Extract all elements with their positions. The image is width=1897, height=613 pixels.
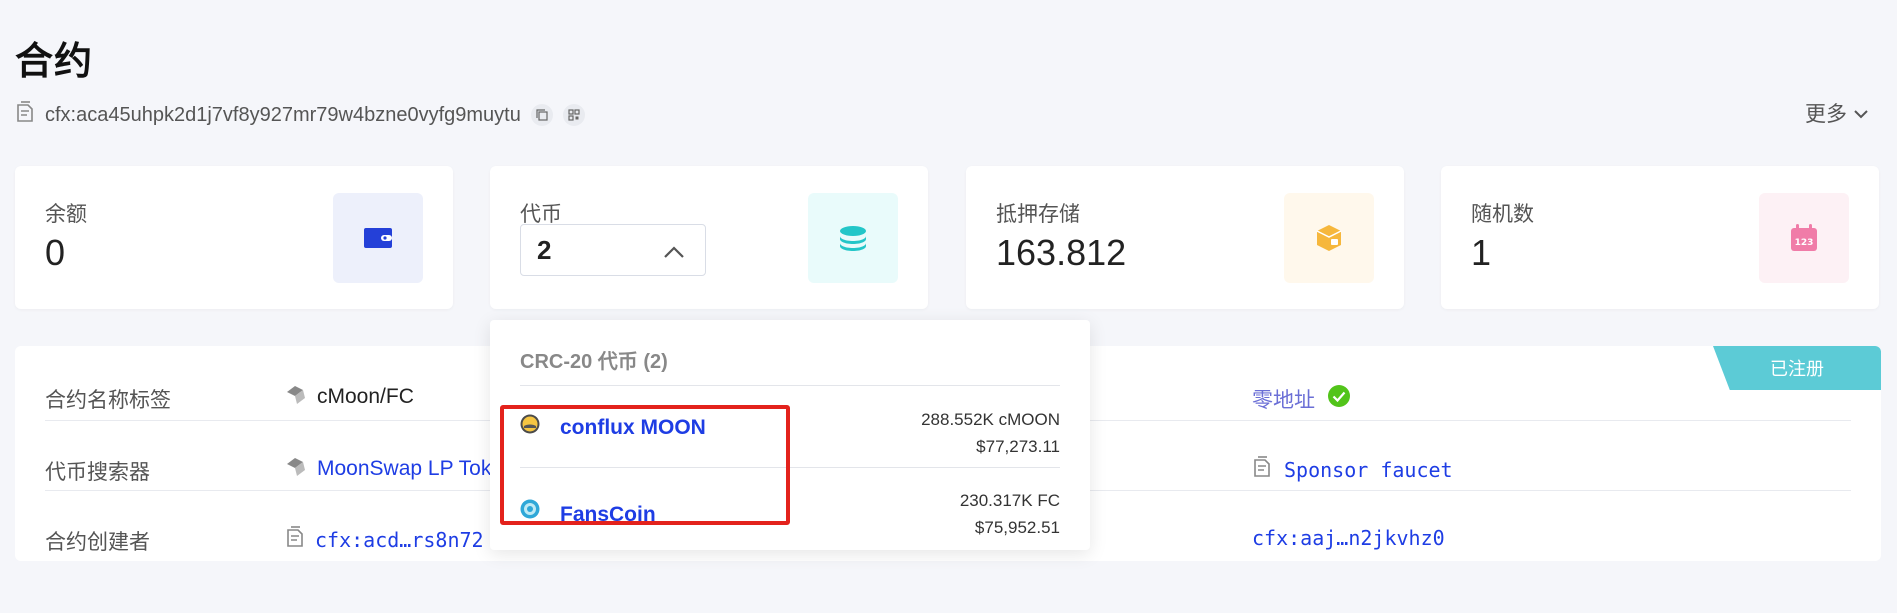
dropdown-divider bbox=[520, 385, 1060, 386]
dropdown-header: CRC-20 代币 (2) bbox=[520, 351, 668, 373]
token-count-value: 2 bbox=[537, 234, 552, 265]
detail-label: 代币搜索器 bbox=[45, 461, 150, 484]
nonce-value: 1 bbox=[1471, 232, 1492, 273]
token-tag-icon bbox=[285, 456, 307, 482]
sponsor-faucet-link[interactable]: Sponsor faucet bbox=[1284, 458, 1453, 482]
more-label: 更多 bbox=[1805, 103, 1847, 126]
contract-file-icon bbox=[1252, 456, 1272, 484]
detail-label: 合约创建者 bbox=[45, 531, 150, 554]
detail-right-wrap: Sponsor faucet bbox=[1252, 456, 1453, 484]
token-amounts: 230.317K FC $75,952.51 bbox=[960, 487, 1060, 541]
zero-address-link[interactable]: 零地址 bbox=[1252, 384, 1315, 414]
token-count-select[interactable]: 2 bbox=[520, 224, 706, 276]
qrcode-icon[interactable] bbox=[562, 104, 585, 126]
page-title: 合约 bbox=[15, 41, 94, 83]
contract-address: cfx:aca45uhpk2d1j7vf8y927mr79w4bzne0vyfg… bbox=[45, 103, 521, 126]
storage-box-icon bbox=[1284, 193, 1374, 283]
storage-card: 抵押存储 163.812 bbox=[966, 166, 1404, 309]
contract-address-row: cfx:aca45uhpk2d1j7vf8y927mr79w4bzne0vyfg… bbox=[15, 101, 585, 129]
verified-check-icon bbox=[1327, 384, 1351, 414]
detail-right-wrap: cfx:aaj…n2jkvhz0 bbox=[1252, 526, 1445, 550]
balance-value: 0 bbox=[45, 232, 66, 273]
token-amount: 288.552K cMOON bbox=[921, 410, 1060, 429]
token-tag-icon bbox=[285, 384, 307, 410]
nonce-label: 随机数 bbox=[1471, 203, 1534, 226]
nonce-card: 随机数 1 123 bbox=[1441, 166, 1879, 309]
wallet-icon bbox=[333, 193, 423, 283]
svg-text:123: 123 bbox=[1795, 238, 1814, 248]
creator-address-link[interactable]: cfx:acd…rs8n72 bbox=[315, 528, 484, 552]
chevron-up-icon bbox=[663, 235, 685, 266]
tokens-card: 代币 2 bbox=[490, 166, 928, 309]
calendar-123-icon: 123 bbox=[1759, 193, 1849, 283]
storage-value: 163.812 bbox=[996, 232, 1127, 273]
detail-right-wrap: 零地址 bbox=[1252, 384, 1351, 414]
detail-value-wrap: cfx:acd…rs8n72 bbox=[285, 526, 484, 554]
balance-card: 余额 0 bbox=[15, 166, 453, 309]
token-usd-value: $75,952.51 bbox=[974, 518, 1060, 537]
creator-tx-link[interactable]: cfx:aaj…n2jkvhz0 bbox=[1252, 526, 1445, 550]
token-usd-value: $77,273.11 bbox=[976, 437, 1060, 456]
contract-file-icon bbox=[15, 101, 35, 129]
token-tracker-link[interactable]: MoonSwap LP Tok bbox=[317, 457, 491, 481]
balance-label: 余额 bbox=[45, 203, 87, 226]
token-amount: 230.317K FC bbox=[959, 491, 1060, 510]
contract-file-icon bbox=[285, 526, 305, 554]
token-amounts: 288.552K cMOON $77,273.11 bbox=[921, 406, 1060, 460]
detail-value: cMoon/FC bbox=[317, 385, 414, 408]
coin-stack-icon bbox=[808, 193, 898, 283]
more-menu-button[interactable]: 更多 bbox=[1805, 98, 1869, 128]
highlight-box bbox=[500, 405, 790, 525]
copy-icon[interactable] bbox=[530, 104, 553, 126]
chevron-down-icon bbox=[1853, 101, 1869, 125]
detail-value-wrap: MoonSwap LP Tok bbox=[285, 456, 491, 482]
detail-label: 合约名称标签 bbox=[45, 389, 171, 412]
storage-label: 抵押存储 bbox=[996, 203, 1080, 226]
detail-value-wrap: cMoon/FC bbox=[285, 384, 414, 410]
